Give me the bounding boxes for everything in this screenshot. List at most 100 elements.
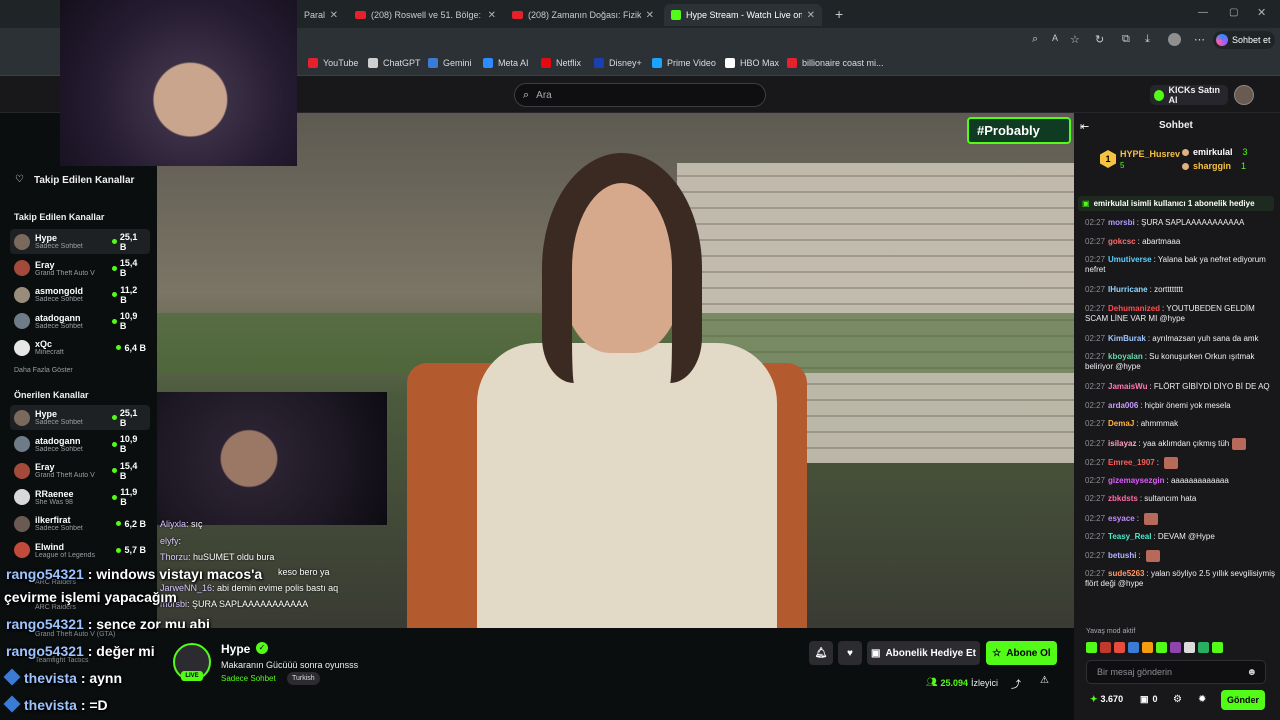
new-tab-icon[interactable]: + [835, 6, 843, 22]
chat-username[interactable]: Umutiverse [1108, 255, 1152, 264]
streamer-name[interactable]: Hype [221, 642, 250, 656]
bookmark-link[interactable]: Gemini [428, 58, 472, 68]
sidebar-channel-item[interactable]: RRaenee She Was 98 11,9 B [10, 485, 150, 510]
maximize-icon[interactable]: ▢ [1229, 7, 1238, 18]
chat-username[interactable]: gizemaysezgin [1108, 476, 1164, 485]
send-button[interactable]: Gönder [1221, 690, 1265, 710]
stream-category-link[interactable]: Sadece Sohbet [221, 674, 276, 683]
verified-icon: ✓ [256, 642, 268, 654]
more-menu-icon[interactable]: ⋯ [1194, 33, 1205, 46]
minimize-icon[interactable]: — [1198, 7, 1208, 18]
download-icon[interactable]: ⤓ [1145, 33, 1150, 46]
sidebar-channel-item[interactable]: atadogann Sadece Sohbet 10,9 B [10, 309, 150, 334]
chat-settings-icon[interactable]: ⚙ [1173, 694, 1182, 705]
report-icon[interactable]: ⚠ [1040, 675, 1049, 686]
leaderboard-entry[interactable]: emirkulal 3 [1182, 147, 1248, 157]
profile-avatar-icon[interactable] [1168, 33, 1181, 46]
emote-icon[interactable] [1142, 642, 1153, 653]
chat-username[interactable]: Emree_1907 [1108, 458, 1155, 467]
leaderboard-top-name[interactable]: HYPE_Husrev [1120, 149, 1180, 159]
chat-username[interactable]: zbkdsts [1108, 494, 1138, 503]
chat-username[interactable]: Teasy_Real [1108, 532, 1151, 541]
chat-username[interactable]: esyace [1108, 514, 1135, 523]
language-tag[interactable]: Turkish [287, 672, 320, 685]
chat-time: 02:27 [1085, 457, 1106, 467]
search-input[interactable]: ⌕ Ara [514, 83, 766, 107]
browser-tab[interactable]: Paralel E ✕ [297, 4, 345, 26]
close-tab-icon[interactable]: ✕ [488, 10, 496, 21]
emote-bar [1086, 642, 1264, 654]
close-tab-icon[interactable]: ✕ [807, 10, 815, 21]
share-icon[interactable]: ⤴ [1011, 676, 1021, 691]
sidebar-channel-item[interactable]: Hype Sadece Sohbet 25,1 B [10, 405, 150, 430]
emote-icon[interactable] [1086, 642, 1097, 653]
chat-username[interactable]: KimBurak [1108, 334, 1146, 343]
sidebar-channel-item[interactable]: asmongold Sadece Sohbet 11,2 B [10, 282, 150, 307]
badge-icon [3, 668, 21, 686]
bookmark-link[interactable]: ChatGPT [368, 58, 421, 68]
collapse-chat-icon[interactable]: ⇤ [1080, 120, 1089, 133]
chat-username[interactable]: Dehumanized [1108, 304, 1160, 313]
browser-tab[interactable]: (208) Roswell ve 51. Bölge: 1947'd ✕ [348, 4, 503, 26]
gift-count[interactable]: ▣ 0 [1140, 694, 1158, 705]
user-avatar[interactable] [1234, 85, 1254, 105]
emote-icon[interactable] [1198, 642, 1209, 653]
read-aloud-icon[interactable]: A [1052, 33, 1058, 43]
chat-tools-icon[interactable]: ✹ [1198, 694, 1206, 705]
bookmark-link[interactable]: billionaire coast mi... [787, 58, 884, 68]
bookmark-link[interactable]: YouTube [308, 58, 358, 68]
subscribe-button[interactable]: ☆ Abone Ol [986, 641, 1057, 665]
leaderboard-entry[interactable]: sharggin 1 [1182, 161, 1246, 171]
video-player[interactable] [157, 113, 1074, 628]
overlay-big-chat-user: thevista [24, 697, 77, 713]
sidebar-channel-item[interactable]: atadogann Sadece Sohbet 10,9 B [10, 432, 150, 457]
close-tab-icon[interactable]: ✕ [330, 10, 338, 21]
copilot-button[interactable]: Sohbet et [1213, 31, 1275, 49]
emote-icon[interactable] [1156, 642, 1167, 653]
bookmark-link[interactable]: Netflix [541, 58, 581, 68]
search-page-icon[interactable]: ⌕ [1032, 33, 1038, 46]
favorite-star-icon[interactable]: ☆ [1070, 33, 1080, 46]
refresh-extension-icon[interactable]: ↻ [1095, 33, 1104, 46]
sidebar-channel-item[interactable]: Elwind League of Legends 5,7 B [10, 538, 150, 563]
emote-icon[interactable] [1170, 642, 1181, 653]
kicks-buy-button[interactable]: KICKs Satın Al [1150, 85, 1228, 105]
close-window-icon[interactable]: ✕ [1257, 6, 1266, 19]
chat-message-input[interactable]: Bir mesaj gönderin ☻ [1086, 660, 1266, 684]
chat-username[interactable]: kboyalan [1108, 352, 1143, 361]
chat-username[interactable]: IHurricane [1108, 285, 1148, 294]
bookmark-label: Disney+ [609, 58, 642, 68]
sidebar-channel-item[interactable]: Hype Sadece Sohbet 25,1 B [10, 229, 150, 254]
chat-username[interactable]: morsbi [1108, 218, 1135, 227]
chat-username[interactable]: gokcsc [1108, 237, 1136, 246]
bookmark-link[interactable]: Disney+ [594, 58, 642, 68]
chat-username[interactable]: DemaJ [1108, 419, 1134, 428]
sidebar-channel-item[interactable]: ilkerfirat Sadece Sohbet 6,2 B [10, 511, 150, 536]
emote-icon[interactable] [1100, 642, 1111, 653]
emoji-picker-icon[interactable]: ☻ [1246, 667, 1257, 678]
show-more-link[interactable]: Daha Fazla Göster [14, 367, 73, 374]
emote-icon[interactable] [1114, 642, 1125, 653]
sidebar-channel-item[interactable]: Eray Grand Theft Auto V 15,4 B [10, 256, 150, 281]
chat-username[interactable]: betushi [1108, 551, 1136, 560]
chat-username[interactable]: JamaisWu [1108, 382, 1147, 391]
sidebar-channel-item[interactable]: Eray Grand Theft Auto V 15,4 B [10, 458, 150, 483]
chat-username[interactable]: sude5263 [1108, 569, 1144, 578]
bookmark-link[interactable]: Meta AI [483, 58, 529, 68]
emote-icon[interactable] [1128, 642, 1139, 653]
sidebar-channel-item[interactable]: xQc Minecraft 6,4 B [10, 335, 150, 360]
notification-bell-button[interactable]: 🔔︎ [809, 641, 833, 665]
browser-tab[interactable]: (208) Zamanın Doğası: Fizik ve İns ✕ [505, 4, 661, 26]
gift-subscription-button[interactable]: ▣ Abonelik Hediye Et [867, 641, 980, 665]
emote-icon[interactable] [1212, 642, 1223, 653]
chat-username[interactable]: arda006 [1108, 401, 1138, 410]
browser-tab-active[interactable]: Hype Stream - Watch Live on ✕ [664, 4, 822, 26]
follow-heart-button[interactable]: ♥ [838, 641, 862, 665]
chat-username[interactable]: isilayaz [1108, 439, 1136, 448]
emote-icon[interactable] [1184, 642, 1195, 653]
extensions-icon[interactable]: ⧉ [1122, 33, 1130, 46]
channel-points[interactable]: ✦ 3.670 [1090, 694, 1123, 705]
bookmark-link[interactable]: HBO Max [725, 58, 779, 68]
bookmark-link[interactable]: Prime Video [652, 58, 716, 68]
close-tab-icon[interactable]: ✕ [646, 10, 654, 21]
